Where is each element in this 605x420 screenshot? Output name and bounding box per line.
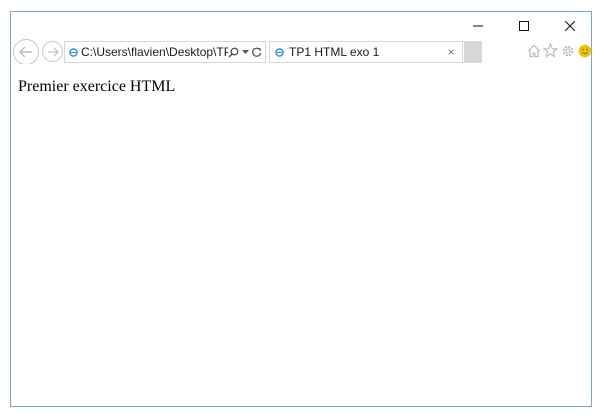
tab-close-icon[interactable]: ×: [444, 45, 458, 59]
address-tools: [228, 47, 262, 58]
chevron-down-icon[interactable]: [242, 49, 249, 55]
smiley-icon[interactable]: [577, 43, 592, 58]
maximize-icon: [518, 21, 529, 31]
tab-tp1-html[interactable]: TP1 HTML exo 1 ×: [269, 41, 463, 63]
gear-icon[interactable]: [560, 43, 575, 58]
address-bar[interactable]: C:\Users\flavien\Desktop\TP: [64, 41, 266, 63]
minimize-icon: [472, 25, 483, 27]
search-icon[interactable]: [228, 47, 239, 58]
address-input[interactable]: C:\Users\flavien\Desktop\TP: [81, 45, 228, 59]
back-button[interactable]: [13, 39, 39, 65]
star-icon[interactable]: [543, 43, 558, 58]
page-heading: Premier exercice HTML: [18, 78, 176, 95]
home-icon[interactable]: [526, 43, 541, 58]
page-content: Premier exercice HTML: [11, 64, 591, 406]
new-tab-button[interactable]: [464, 41, 482, 63]
back-arrow-icon: [19, 46, 32, 58]
forward-arrow-icon: [47, 47, 59, 56]
title-bar: [11, 12, 591, 40]
ie-page-icon: [69, 47, 78, 57]
close-button[interactable]: [547, 12, 592, 40]
minimize-button[interactable]: [455, 12, 500, 40]
forward-button[interactable]: [42, 41, 63, 62]
navigation-bar: C:\Users\flavien\Desktop\TP TP1 HTML exo…: [11, 39, 592, 65]
maximize-button[interactable]: [501, 12, 546, 40]
browser-window: C:\Users\flavien\Desktop\TP TP1 HTML exo…: [10, 11, 592, 407]
close-icon: [564, 21, 575, 31]
tab-title: TP1 HTML exo 1: [289, 45, 380, 59]
toolbar-icons: [526, 43, 592, 58]
refresh-icon[interactable]: [252, 47, 262, 57]
ie-page-icon: [275, 47, 284, 57]
